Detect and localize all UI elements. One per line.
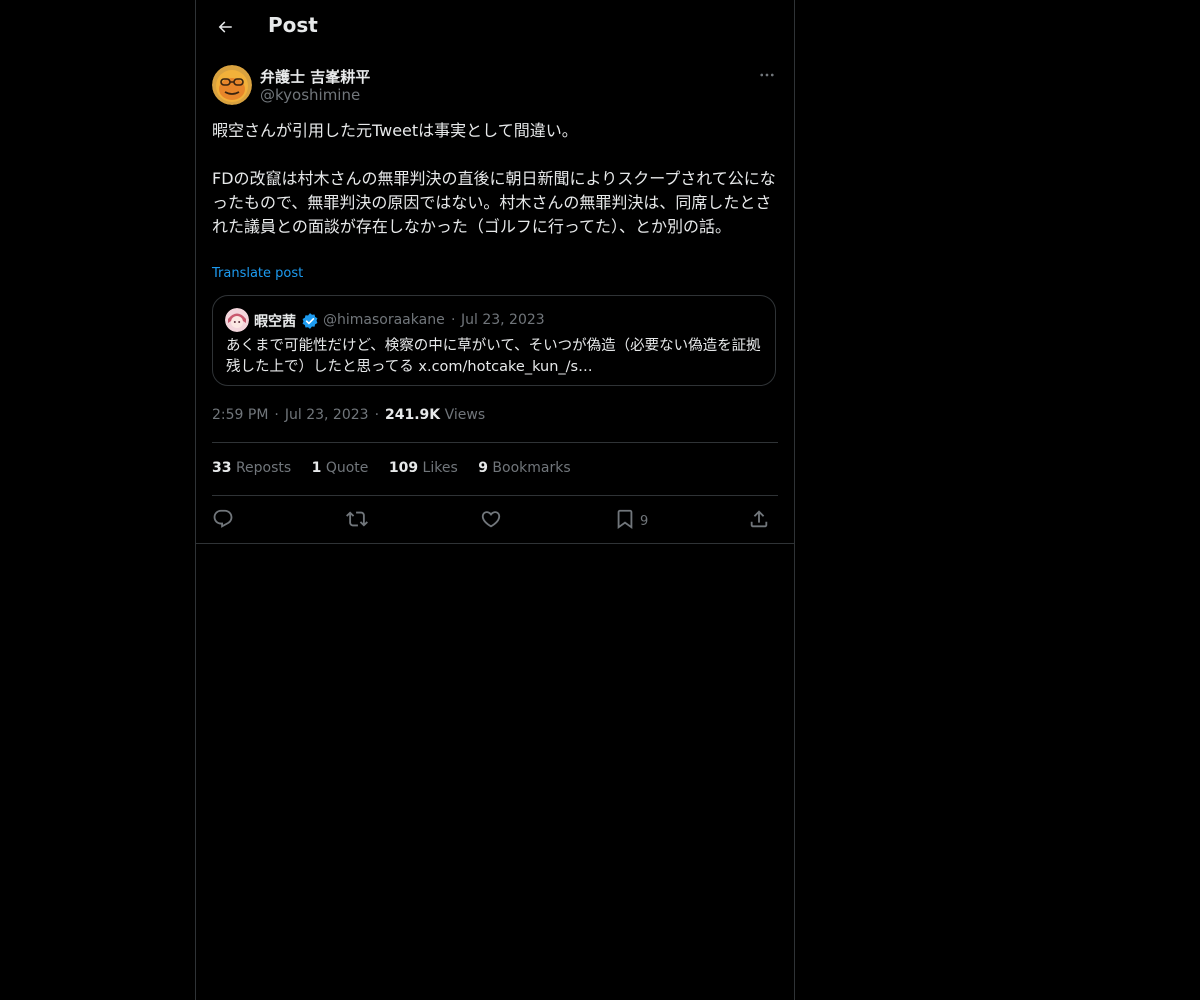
views-label: Views bbox=[444, 407, 486, 423]
author-avatar-image bbox=[212, 65, 252, 105]
quoted-date[interactable]: Jul 23, 2023 bbox=[461, 312, 545, 328]
quoted-author-avatar[interactable] bbox=[225, 308, 249, 332]
share-button[interactable] bbox=[748, 505, 770, 533]
quoted-separator: · bbox=[451, 312, 456, 328]
divider-2 bbox=[212, 495, 778, 496]
quoted-author-handle[interactable]: @himasoraakane bbox=[323, 312, 445, 328]
tweet-text: 暇空さんが引用した元Tweetは事実として間違い。 FDの改竄は村木さんの無罪判… bbox=[212, 121, 776, 236]
quotes-count: 1 bbox=[311, 460, 322, 476]
meta-separator: · bbox=[274, 407, 279, 423]
repost-icon bbox=[346, 511, 368, 527]
verified-icon bbox=[302, 313, 318, 329]
bookmarks-label: Bookmarks bbox=[492, 460, 571, 476]
likes-count: 109 bbox=[388, 460, 419, 476]
page-title: Post bbox=[268, 13, 318, 37]
author-handle[interactable]: @kyoshimine bbox=[260, 86, 360, 104]
reply-button[interactable] bbox=[212, 505, 234, 533]
tweet-author: 弁護士 吉峯耕平 @kyoshimine bbox=[212, 64, 778, 108]
reposts-stat[interactable]: 33 Reposts bbox=[212, 460, 291, 476]
tweet-time[interactable]: 2:59 PM bbox=[212, 407, 268, 423]
quoted-avatar-image bbox=[225, 308, 249, 332]
quoted-tweet[interactable]: 暇空茜 @himasoraakane · Jul 23, 2023 あくまで可能… bbox=[212, 295, 776, 386]
divider bbox=[212, 442, 778, 443]
reply-icon bbox=[213, 509, 233, 528]
bottom-divider bbox=[196, 543, 794, 544]
reposts-label: Reposts bbox=[235, 460, 292, 476]
main-column: Post 弁護士 吉峯耕平 @kyoshimine 暇空さんが引用した元Twee… bbox=[195, 0, 795, 1000]
views-count: 241.9K bbox=[385, 407, 441, 423]
page-header: Post bbox=[196, 0, 794, 53]
tweet-date[interactable]: Jul 23, 2023 bbox=[285, 407, 369, 423]
translate-post-link[interactable]: Translate post bbox=[212, 266, 303, 281]
more-icon bbox=[760, 73, 774, 77]
quotes-label: Quote bbox=[325, 460, 369, 476]
arrow-left-icon bbox=[218, 21, 232, 33]
action-bar: 9 bbox=[212, 505, 778, 533]
more-button[interactable] bbox=[756, 64, 778, 86]
heart-icon bbox=[481, 511, 501, 528]
meta-separator-2: · bbox=[374, 407, 380, 423]
quoted-tweet-text: あくまで可能性だけど、検察の中に草がいて、そいつが偽造（必要ない偽造を証拠残した… bbox=[226, 338, 761, 375]
bookmark-icon bbox=[617, 509, 633, 530]
tweet-stats: 33 Reposts 1 Quote 109 Likes 9 Bookmarks bbox=[212, 460, 587, 476]
quotes-stat[interactable]: 1 Quote bbox=[312, 460, 369, 476]
bookmarks-stat[interactable]: 9 Bookmarks bbox=[478, 460, 570, 476]
repost-button[interactable] bbox=[346, 505, 368, 533]
tweet-meta: 2:59 PM · Jul 23, 2023 · 241.9K Views bbox=[212, 407, 485, 423]
author-avatar[interactable] bbox=[212, 65, 252, 105]
bookmark-button[interactable]: 9 bbox=[614, 505, 648, 533]
share-icon bbox=[750, 510, 768, 528]
likes-stat[interactable]: 109 Likes bbox=[389, 460, 458, 476]
quoted-author-name[interactable]: 暇空茜 bbox=[254, 311, 296, 331]
reposts-count: 33 bbox=[212, 460, 232, 476]
back-button[interactable] bbox=[208, 10, 242, 44]
like-button[interactable] bbox=[480, 505, 502, 533]
author-name[interactable]: 弁護士 吉峯耕平 bbox=[260, 66, 370, 87]
likes-label: Likes bbox=[422, 460, 458, 476]
bookmark-count: 9 bbox=[640, 513, 649, 529]
bookmarks-count: 9 bbox=[478, 460, 488, 476]
